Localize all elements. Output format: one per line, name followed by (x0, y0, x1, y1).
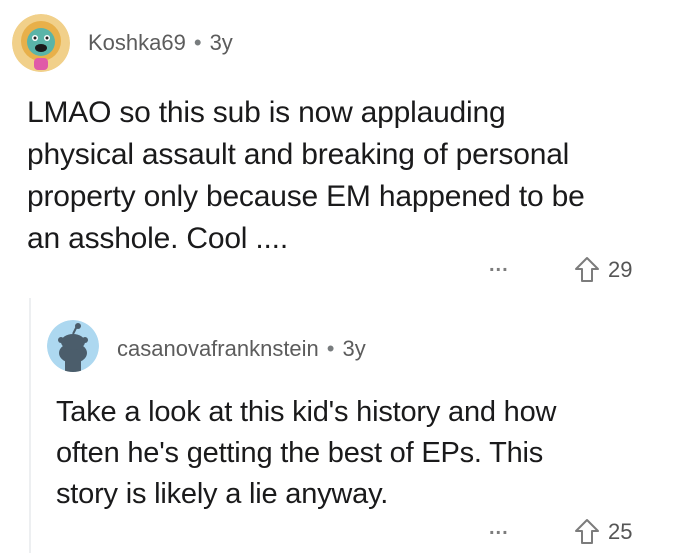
user-avatar[interactable] (47, 320, 99, 372)
upvote-arrow-icon (575, 519, 599, 544)
thread-line[interactable] (29, 298, 31, 553)
meta-separator: • (326, 336, 335, 361)
upvote-arrow-icon (575, 257, 599, 282)
comment-body: Take a look at this kid's history and ho… (56, 396, 557, 510)
more-options-button[interactable]: ... (489, 254, 509, 277)
snoo-avatar-icon (47, 320, 99, 372)
upvote-button[interactable]: 25 (574, 518, 632, 546)
user-avatar[interactable] (12, 14, 70, 72)
username-link[interactable]: Koshka69 (88, 30, 186, 56)
more-options-button[interactable]: ... (489, 517, 509, 540)
meta-separator: • (193, 30, 202, 55)
comment-body: LMAO so this sub is now applauding physi… (27, 96, 585, 255)
username-link[interactable]: casanovafranknstein (117, 336, 319, 362)
comment-age: 3y (342, 336, 366, 361)
vote-count: 25 (608, 519, 633, 544)
lion-avatar-icon (12, 14, 70, 72)
comment-thread: Koshka69 • 3y LMAO so this sub is now ap… (0, 0, 700, 553)
comment-meta: Koshka69 • 3y (88, 30, 233, 56)
upvote-button[interactable]: 29 (574, 256, 632, 284)
comment-meta: casanovafranknstein • 3y (117, 336, 366, 362)
vote-count: 29 (608, 257, 633, 282)
comment-age: 3y (209, 30, 233, 55)
